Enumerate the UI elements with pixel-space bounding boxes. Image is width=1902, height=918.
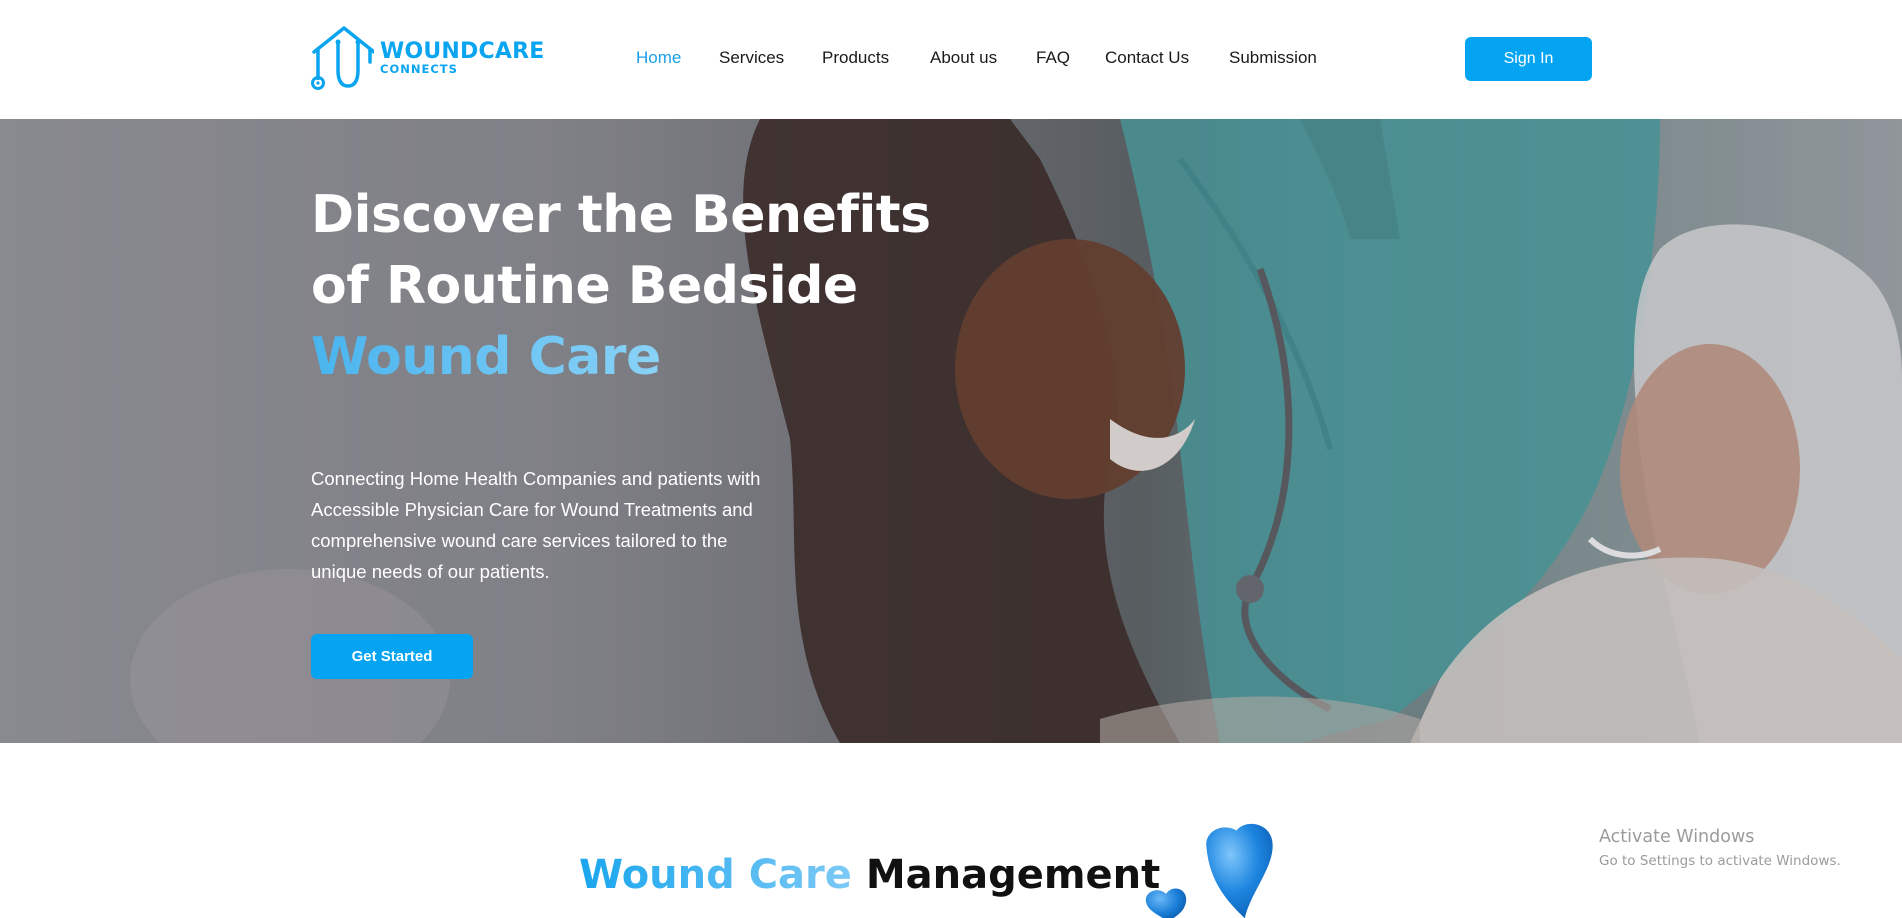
hearts-illustration — [1145, 823, 1273, 918]
brand-tagline: CONNECTS — [380, 61, 458, 76]
section-title-highlight: Wound Care — [579, 852, 852, 898]
large-heart-icon — [1206, 823, 1273, 918]
activate-windows-title: Activate Windows — [1599, 827, 1755, 847]
nav-item-services[interactable]: Services — [719, 48, 784, 68]
nav-item-home[interactable]: Home — [636, 48, 681, 68]
activate-windows-subtitle: Go to Settings to activate Windows. — [1599, 853, 1841, 869]
section-title-plain: Management — [851, 852, 1161, 898]
get-started-button[interactable]: Get Started — [311, 634, 473, 679]
hero-title-highlight: Wound Care — [311, 327, 661, 387]
site-header: WOUNDCARE CONNECTS Home Services Product… — [0, 0, 1902, 119]
brand-logo[interactable]: WOUNDCARE CONNECTS — [310, 26, 544, 90]
section-title: Wound Care Management — [579, 850, 1160, 900]
nav-item-about-us[interactable]: About us — [930, 48, 997, 68]
house-stethoscope-icon — [311, 26, 374, 90]
nav-item-products[interactable]: Products — [822, 48, 889, 68]
hero-description: Connecting Home Health Companies and pat… — [311, 468, 761, 582]
hero-title-plain: Discover the Benefits of Routine Bedside — [311, 185, 931, 316]
hero-section — [0, 119, 1902, 743]
windows-activation-watermark: Activate Windows Go to Settings to activ… — [1599, 826, 1841, 871]
sign-in-button[interactable]: Sign In — [1465, 37, 1592, 81]
small-heart-icon — [1145, 888, 1187, 918]
nav-item-submission[interactable]: Submission — [1229, 48, 1317, 68]
brand-name: WOUNDCARE — [380, 38, 545, 64]
logo-text: WOUNDCARE CONNECTS — [380, 38, 545, 76]
nav-item-faq[interactable]: FAQ — [1036, 48, 1070, 68]
nav-item-contact-us[interactable]: Contact Us — [1105, 48, 1189, 68]
hero-title: Discover the Benefits of Routine Bedside… — [311, 180, 951, 393]
hero-overlay — [0, 119, 1902, 743]
